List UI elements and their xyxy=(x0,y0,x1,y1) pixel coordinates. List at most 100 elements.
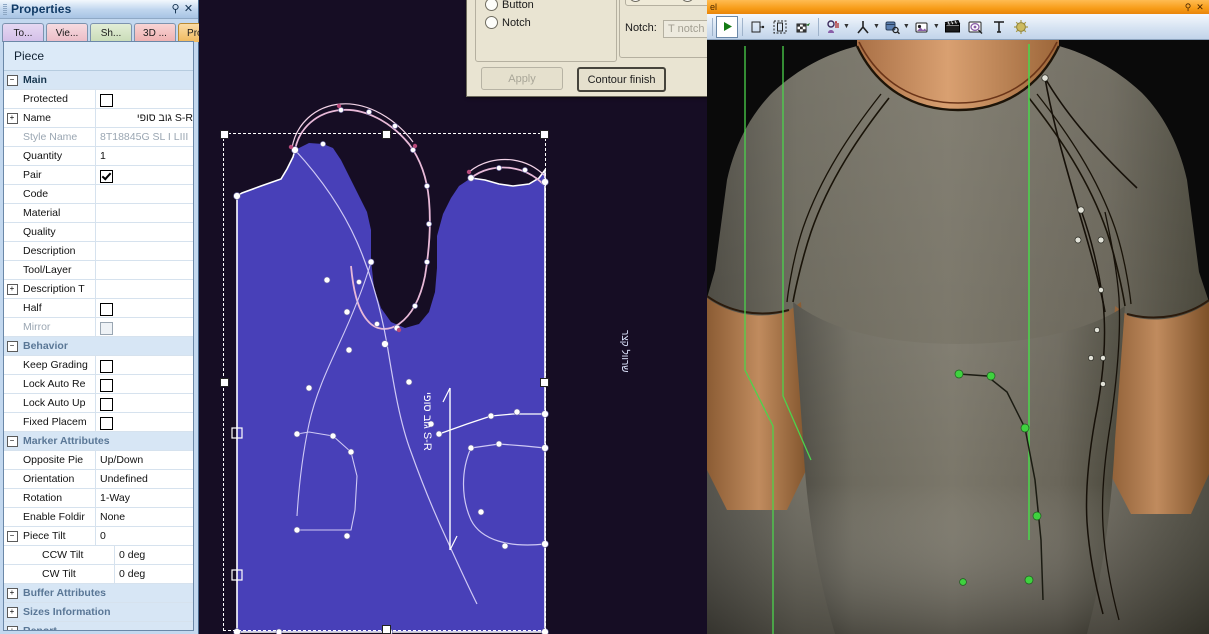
tab-view[interactable]: Vie... xyxy=(46,23,88,42)
checkbox-indicator[interactable] xyxy=(100,397,113,411)
property-row[interactable]: CCW Tilt 0 deg xyxy=(4,546,193,565)
radio-curve-option[interactable]: Curve xyxy=(629,0,675,2)
pose-avatar-icon[interactable] xyxy=(852,16,874,38)
property-value[interactable]: 8T18845G SL I LIII xyxy=(96,128,193,146)
property-row[interactable]: Style Name 8T18845G SL I LIII xyxy=(4,128,193,147)
property-checkbox[interactable] xyxy=(96,90,193,108)
property-value[interactable]: 1-Way xyxy=(96,489,193,507)
property-row[interactable]: + Name S-R גוב סופי xyxy=(4,109,193,128)
resize-handle-n[interactable] xyxy=(382,130,391,139)
overlay-dropdown-caret[interactable]: ▼ xyxy=(933,23,940,30)
collapse-icon[interactable]: − xyxy=(4,340,20,352)
property-row[interactable]: Enable Foldir None xyxy=(4,508,193,527)
property-row[interactable]: CW Tilt 0 deg xyxy=(4,565,193,584)
property-value[interactable]: 1 xyxy=(96,147,193,165)
expand-icon[interactable]: + xyxy=(4,587,20,599)
text-annotate-icon[interactable] xyxy=(988,16,1010,38)
property-row[interactable]: Lock Auto Re xyxy=(4,375,193,394)
checkbox-indicator[interactable] xyxy=(100,302,113,316)
property-checkbox[interactable] xyxy=(96,299,193,317)
property-value[interactable]: 0 deg xyxy=(115,565,193,583)
expand-icon[interactable]: + xyxy=(4,625,20,630)
render-preview-icon[interactable] xyxy=(965,16,987,38)
checkbox-indicator[interactable] xyxy=(100,378,113,392)
avatar-settings-icon[interactable] xyxy=(822,16,844,38)
collapse-icon[interactable]: − xyxy=(4,74,20,86)
checkbox-indicator[interactable] xyxy=(100,93,113,107)
property-value[interactable]: None xyxy=(96,508,193,526)
radio-button-option[interactable]: Button xyxy=(485,0,534,12)
drape-piece-icon[interactable] xyxy=(746,16,768,38)
property-row[interactable]: Quality xyxy=(4,223,193,242)
property-checkbox[interactable] xyxy=(96,356,193,374)
property-checkbox[interactable] xyxy=(96,318,193,336)
property-row[interactable]: Rotation 1-Way xyxy=(4,489,193,508)
property-group-marker-attributes[interactable]: − Marker Attributes xyxy=(4,432,193,451)
radio-indicator[interactable] xyxy=(681,0,695,2)
radio-notch-option[interactable]: Notch xyxy=(485,16,531,30)
property-checkbox[interactable] xyxy=(96,375,193,393)
pin-icon[interactable]: ⚲ xyxy=(169,3,182,16)
resize-handle-s[interactable] xyxy=(382,625,391,634)
property-group-buffer-attributes[interactable]: + Buffer Attributes xyxy=(4,584,193,603)
resize-handle-ne[interactable] xyxy=(540,130,549,139)
checkbox-indicator[interactable] xyxy=(100,321,113,335)
pose-dropdown-caret[interactable]: ▼ xyxy=(873,23,880,30)
property-row[interactable]: Keep Grading xyxy=(4,356,193,375)
play-simulate-icon[interactable] xyxy=(716,15,738,38)
property-value[interactable]: 0 deg xyxy=(115,546,193,564)
pin-icon[interactable]: ⚲ xyxy=(1182,2,1194,13)
expand-icon[interactable]: + xyxy=(4,283,20,295)
collapse-icon[interactable]: − xyxy=(4,435,20,447)
select-region-icon[interactable] xyxy=(769,16,791,38)
property-value[interactable]: Undefined xyxy=(96,470,193,488)
close-icon[interactable]: ✕ xyxy=(182,3,195,16)
expand-icon[interactable]: + xyxy=(4,606,20,618)
checkbox-indicator[interactable] xyxy=(100,416,113,430)
selection-bounding-box[interactable] xyxy=(220,130,549,634)
property-row[interactable]: − Piece Tilt 0 xyxy=(4,527,193,546)
property-row[interactable]: Mirror xyxy=(4,318,193,337)
property-row[interactable]: Fixed Placem xyxy=(4,413,193,432)
checkbox-indicator[interactable] xyxy=(100,359,113,373)
property-checkbox[interactable] xyxy=(96,394,193,412)
property-row[interactable]: Protected xyxy=(4,90,193,109)
resize-handle-e[interactable] xyxy=(540,378,549,387)
property-row[interactable]: Half xyxy=(4,299,193,318)
garment-3d-view[interactable] xyxy=(707,40,1209,634)
image-overlay-icon[interactable] xyxy=(912,16,934,38)
fabric-dropdown-caret[interactable]: ▼ xyxy=(903,23,910,30)
tab-shape[interactable]: Sh... xyxy=(90,23,132,42)
panel-drag-grip[interactable] xyxy=(3,3,7,15)
property-row[interactable]: + Description T xyxy=(4,280,193,299)
checkbox-indicator[interactable] xyxy=(100,169,113,183)
radio-indicator[interactable] xyxy=(485,16,498,29)
apply-button[interactable]: Apply xyxy=(481,67,563,90)
property-row[interactable]: Lock Auto Up xyxy=(4,394,193,413)
property-value[interactable]: 0 xyxy=(96,527,193,545)
property-row[interactable]: Quantity 1 xyxy=(4,147,193,166)
contour-finish-button[interactable]: Contour finish xyxy=(577,67,666,92)
expand-icon[interactable]: + xyxy=(4,112,20,124)
property-group-sizes-information[interactable]: + Sizes Information xyxy=(4,603,193,622)
property-checkbox[interactable] xyxy=(96,413,193,431)
property-checkbox[interactable] xyxy=(96,166,193,184)
property-row[interactable]: Orientation Undefined xyxy=(4,470,193,489)
tab-tools[interactable]: To... xyxy=(2,23,44,42)
property-row[interactable]: Opposite Pie Up/Down xyxy=(4,451,193,470)
resize-handle-nw[interactable] xyxy=(220,130,229,139)
light-settings-icon[interactable] xyxy=(1011,16,1033,38)
collapse-icon[interactable]: − xyxy=(4,530,20,542)
resize-handle-w[interactable] xyxy=(220,378,229,387)
property-row[interactable]: Material xyxy=(4,204,193,223)
property-value[interactable]: S-R גוב סופי xyxy=(96,109,193,127)
property-row[interactable]: Code xyxy=(4,185,193,204)
close-icon[interactable]: ✕ xyxy=(1194,2,1206,13)
animation-icon[interactable] xyxy=(942,16,964,38)
avatar-dropdown-caret[interactable]: ▼ xyxy=(843,23,850,30)
property-row[interactable]: Pair xyxy=(4,166,193,185)
radio-indicator[interactable] xyxy=(485,0,498,11)
tab-3d[interactable]: 3D ... xyxy=(134,23,176,42)
radio-indicator[interactable] xyxy=(629,0,642,2)
property-group-behavior[interactable]: − Behavior xyxy=(4,337,193,356)
